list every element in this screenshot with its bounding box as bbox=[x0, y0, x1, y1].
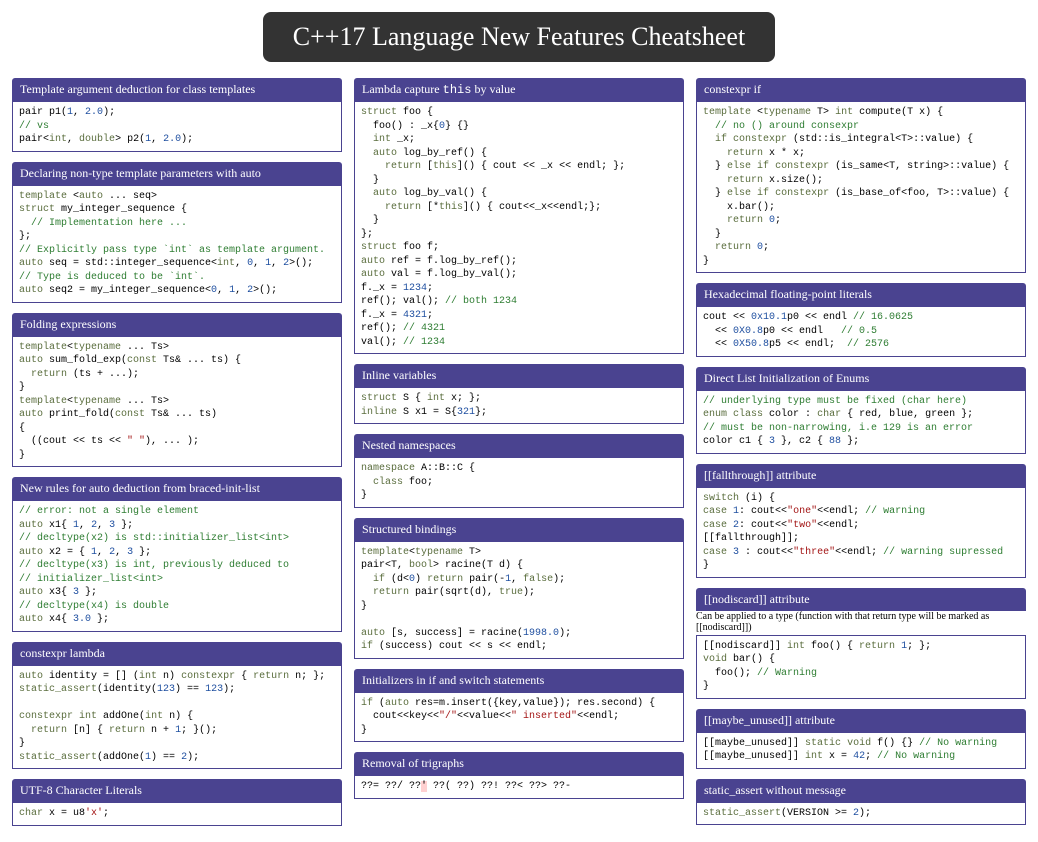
column-1: Template argument deduction for class te… bbox=[12, 78, 342, 830]
header-if-init: Initializers in if and switch statements bbox=[354, 669, 684, 692]
code-inline-vars: struct S { int x; }; inline S x1 = S{321… bbox=[354, 387, 684, 424]
header-constexpr-if: constexpr if bbox=[696, 78, 1026, 101]
header-maybe-unused: [[maybe_unused]] attribute bbox=[696, 709, 1026, 732]
code-folding: template<typename ... Ts> auto sum_fold_… bbox=[12, 336, 342, 468]
header-constexpr-lambda: constexpr lambda bbox=[12, 642, 342, 665]
code-nodiscard: [[nodiscard]] int foo() { return 1; }; v… bbox=[696, 635, 1026, 699]
header-static-assert: static_assert without message bbox=[696, 779, 1026, 802]
header-utf8: UTF-8 Character Literals bbox=[12, 779, 342, 802]
header-nested-ns: Nested namespaces bbox=[354, 434, 684, 457]
code-if-init: if (auto res=m.insert({key,value}); res.… bbox=[354, 692, 684, 743]
header-template-deduction: Template argument deduction for class te… bbox=[12, 78, 342, 101]
header-auto-nontype: Declaring non-type template parameters w… bbox=[12, 162, 342, 185]
code-nested-ns: namespace A::B::C { class foo; } bbox=[354, 457, 684, 508]
code-fallthrough: switch (i) { case 1: cout<<"one"<<endl; … bbox=[696, 487, 1026, 578]
code-template-deduction: pair p1(1, 2.0); // vs pair<int, double>… bbox=[12, 101, 342, 152]
column-2: Lambda capture this by value struct foo … bbox=[354, 78, 684, 830]
code-maybe-unused: [[maybe_unused]] static void f() {} // N… bbox=[696, 732, 1026, 769]
header-fallthrough: [[fallthrough]] attribute bbox=[696, 464, 1026, 487]
note-nodiscard: Can be applied to a type (function with … bbox=[696, 611, 1026, 633]
header-trigraphs: Removal of trigraphs bbox=[354, 752, 684, 775]
header-structured-bindings: Structured bindings bbox=[354, 518, 684, 541]
column-3: constexpr if template <typename T> int c… bbox=[696, 78, 1026, 830]
header-hex-float: Hexadecimal floating-point literals bbox=[696, 283, 1026, 306]
code-utf8: char x = u8'x'; bbox=[12, 802, 342, 826]
header-inline-vars: Inline variables bbox=[354, 364, 684, 387]
code-constexpr-lambda: auto identity = [] (int n) constexpr { r… bbox=[12, 665, 342, 770]
code-braced-init: // error: not a single element auto x1{ … bbox=[12, 500, 342, 632]
code-static-assert: static_assert(VERSION >= 2); bbox=[696, 802, 1026, 826]
header-enum-list-init: Direct List Initialization of Enums bbox=[696, 367, 1026, 390]
header-lambda-this: Lambda capture this by value bbox=[354, 78, 684, 101]
page-title: C++17 Language New Features Cheatsheet bbox=[263, 12, 775, 62]
code-lambda-this: struct foo { foo() : _x{0} {} int _x; au… bbox=[354, 101, 684, 354]
code-hex-float: cout << 0x10.1p0 << endl // 16.0625 << 0… bbox=[696, 306, 1026, 357]
code-enum-list-init: // underlying type must be fixed (char h… bbox=[696, 390, 1026, 454]
code-trigraphs: ??= ??/ ??' ??( ??) ??! ??< ??> ??- bbox=[354, 775, 684, 799]
header-folding: Folding expressions bbox=[12, 313, 342, 336]
header-braced-init: New rules for auto deduction from braced… bbox=[12, 477, 342, 500]
code-constexpr-if: template <typename T> int compute(T x) {… bbox=[696, 101, 1026, 273]
columns: Template argument deduction for class te… bbox=[12, 78, 1026, 830]
code-auto-nontype: template <auto ... seq> struct my_intege… bbox=[12, 185, 342, 303]
code-structured-bindings: template<typename T> pair<T, bool> racin… bbox=[354, 541, 684, 659]
header-nodiscard: [[nodiscard]] attribute bbox=[696, 588, 1026, 611]
